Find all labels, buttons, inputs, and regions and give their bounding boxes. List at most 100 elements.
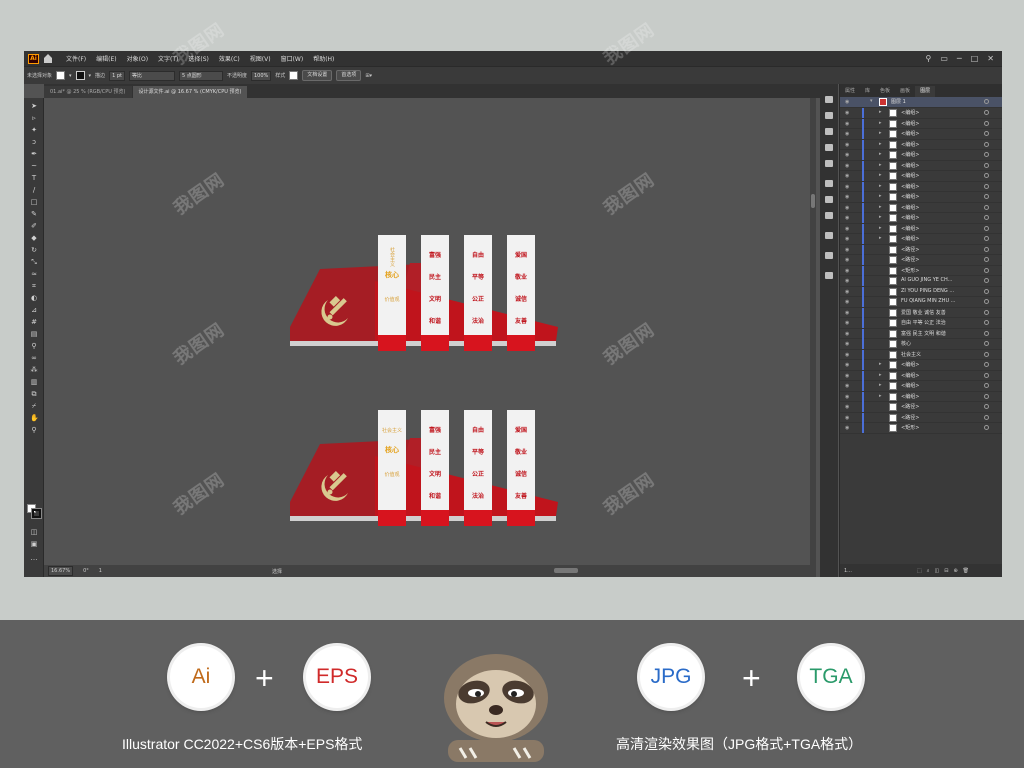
stroke-label[interactable]: 描边 <box>95 72 105 79</box>
eye-icon[interactable]: ◉ <box>845 415 849 421</box>
collect-export-icon[interactable]: ⬚ <box>917 568 922 574</box>
layer-row[interactable]: ◉ ▸ <编组> <box>840 234 1002 245</box>
layer-name[interactable]: FU QIANG MIN ZHU ... <box>901 298 986 304</box>
magic-wand-icon[interactable]: ✦ <box>30 126 38 134</box>
chevron-right-icon[interactable]: ▸ <box>879 235 882 241</box>
chevron-down-icon[interactable]: ▾ <box>69 73 72 79</box>
variable-width-profile[interactable]: 等比 <box>128 70 175 81</box>
target-icon[interactable] <box>984 404 989 409</box>
chevron-down-icon[interactable]: ▾ <box>870 98 873 104</box>
eyedropper-tool-icon[interactable]: ⚲ <box>30 342 38 350</box>
chevron-right-icon[interactable]: ▸ <box>879 151 882 157</box>
layer-row[interactable]: ◉ <矩形> <box>840 423 1002 434</box>
target-icon[interactable] <box>984 173 989 178</box>
eye-icon[interactable]: ◉ <box>845 247 849 253</box>
layer-name[interactable]: <路径> <box>901 403 986 410</box>
chevron-right-icon[interactable]: ▸ <box>879 130 882 136</box>
layer-root[interactable]: ◉ ▾ 图层 1 <box>840 97 1002 108</box>
layer-name[interactable]: 富强 民主 文明 和谐 <box>901 330 986 337</box>
eye-icon[interactable]: ◉ <box>845 278 849 284</box>
eye-icon[interactable]: ◉ <box>845 268 849 274</box>
chevron-right-icon[interactable]: ▸ <box>879 214 882 220</box>
target-icon[interactable] <box>984 309 989 315</box>
target-icon[interactable] <box>984 110 989 115</box>
layer-row[interactable]: ◉ ▸ <编组> <box>840 391 1002 402</box>
new-sublayer-icon[interactable]: ⊟ <box>944 568 948 574</box>
scroll-thumb[interactable] <box>811 194 815 208</box>
eye-icon[interactable]: ◉ <box>845 352 849 358</box>
target-icon[interactable] <box>984 425 989 430</box>
graphic-styles-icon[interactable] <box>825 160 833 167</box>
perspective-grid-tool-icon[interactable]: ⊿ <box>30 306 38 314</box>
curvature-tool-icon[interactable]: ~ <box>30 162 38 170</box>
type-tool-icon[interactable]: T <box>30 174 38 182</box>
layer-row[interactable]: ◉ AI GUO JING YE CH... <box>840 276 1002 287</box>
chevron-right-icon[interactable]: ▸ <box>879 141 882 147</box>
target-icon[interactable] <box>984 152 989 157</box>
eye-icon[interactable]: ◉ <box>845 373 849 379</box>
target-icon[interactable] <box>984 288 989 294</box>
graphic-style-swatch[interactable] <box>289 71 299 80</box>
eye-icon[interactable]: ◉ <box>845 425 849 431</box>
appearance-panel-icon[interactable] <box>825 232 833 239</box>
layer-row[interactable]: ◉ ▸ <编组> <box>840 171 1002 182</box>
target-icon[interactable] <box>984 236 989 241</box>
free-transform-tool-icon[interactable]: ⌗ <box>30 282 38 290</box>
rotate-view-field[interactable]: 0° <box>83 568 89 574</box>
eye-icon[interactable]: ◉ <box>845 320 849 326</box>
locate-object-icon[interactable]: ⌕ <box>927 568 930 574</box>
layer-name[interactable]: <编组> <box>901 193 986 200</box>
layer-row[interactable]: ◉ ▸ <编组> <box>840 202 1002 213</box>
rectangle-tool-icon[interactable]: □ <box>30 198 38 206</box>
layer-row[interactable]: ◉ ▸ <编组> <box>840 223 1002 234</box>
tab-swatches[interactable]: 色板 <box>875 86 895 97</box>
target-icon[interactable] <box>984 194 989 199</box>
eye-icon[interactable]: ◉ <box>845 383 849 389</box>
zoom-field[interactable]: 16.67% <box>48 566 74 576</box>
layer-row[interactable]: ◉ FU QIANG MIN ZHU ... <box>840 297 1002 308</box>
artboard-tool-icon[interactable]: ⧉ <box>30 390 38 398</box>
delete-icon[interactable]: 🗑 <box>963 568 969 574</box>
new-layer-icon[interactable]: ⊕ <box>953 568 957 574</box>
opacity-field[interactable]: 100% <box>250 70 272 81</box>
eye-icon[interactable]: ◉ <box>845 194 849 200</box>
layer-name[interactable]: AI GUO JING YE CH... <box>901 277 986 283</box>
eye-icon[interactable]: ◉ <box>845 205 849 211</box>
target-icon[interactable] <box>984 372 989 378</box>
menu-help[interactable]: 帮助(H) <box>308 54 339 63</box>
artboard-canvas[interactable]: 社会主义 核心 价值观 富强 民主 文明 和谐 自由 平等 公正 法治 爱国 敬… <box>44 98 815 565</box>
home-icon[interactable] <box>44 53 52 63</box>
target-icon[interactable] <box>984 341 989 346</box>
target-icon[interactable] <box>984 183 989 189</box>
chevron-right-icon[interactable]: ▸ <box>879 109 882 115</box>
layer-name[interactable]: 图层 1 <box>891 98 976 105</box>
layer-name[interactable]: <编组> <box>901 361 986 368</box>
chevron-right-icon[interactable]: ▸ <box>879 193 882 199</box>
selection-tool-icon[interactable]: ➤ <box>30 102 38 110</box>
line-tool-icon[interactable]: / <box>30 186 38 194</box>
tab-document-2[interactable]: 设计源文件.ai @ 16.67 % (CMYK/CPU 预览) <box>132 86 248 98</box>
eye-icon[interactable]: ◉ <box>845 173 849 179</box>
menu-object[interactable]: 对象(O) <box>122 54 153 63</box>
chevron-right-icon[interactable]: ▸ <box>879 361 882 367</box>
slice-tool-icon[interactable]: ⌿ <box>30 402 38 410</box>
rotate-tool-icon[interactable]: ↻ <box>30 246 38 254</box>
target-icon[interactable] <box>984 162 989 168</box>
layer-name[interactable]: 社会主义 <box>901 351 986 358</box>
layer-name[interactable]: <编组> <box>901 109 986 116</box>
eye-icon[interactable]: ◉ <box>845 257 849 263</box>
brush-definition[interactable]: 5 点圆形 <box>178 70 223 81</box>
chevron-right-icon[interactable]: ▸ <box>879 172 882 178</box>
eye-icon[interactable]: ◉ <box>845 110 849 116</box>
screen-mode-icon[interactable]: ▣ <box>30 540 38 548</box>
layer-name[interactable]: <矩形> <box>901 267 986 274</box>
vertical-scrollbar[interactable] <box>810 98 816 565</box>
stroke-panel-icon[interactable] <box>825 180 833 187</box>
zoom-tool-icon[interactable]: ⚲ <box>30 426 38 434</box>
color-panel-icon[interactable] <box>825 96 833 103</box>
eye-icon[interactable]: ◉ <box>845 310 849 316</box>
blend-tool-icon[interactable]: ∞ <box>30 354 38 362</box>
chevron-right-icon[interactable]: ▸ <box>879 225 882 231</box>
eye-icon[interactable]: ◉ <box>845 131 849 137</box>
target-icon[interactable] <box>984 131 989 136</box>
